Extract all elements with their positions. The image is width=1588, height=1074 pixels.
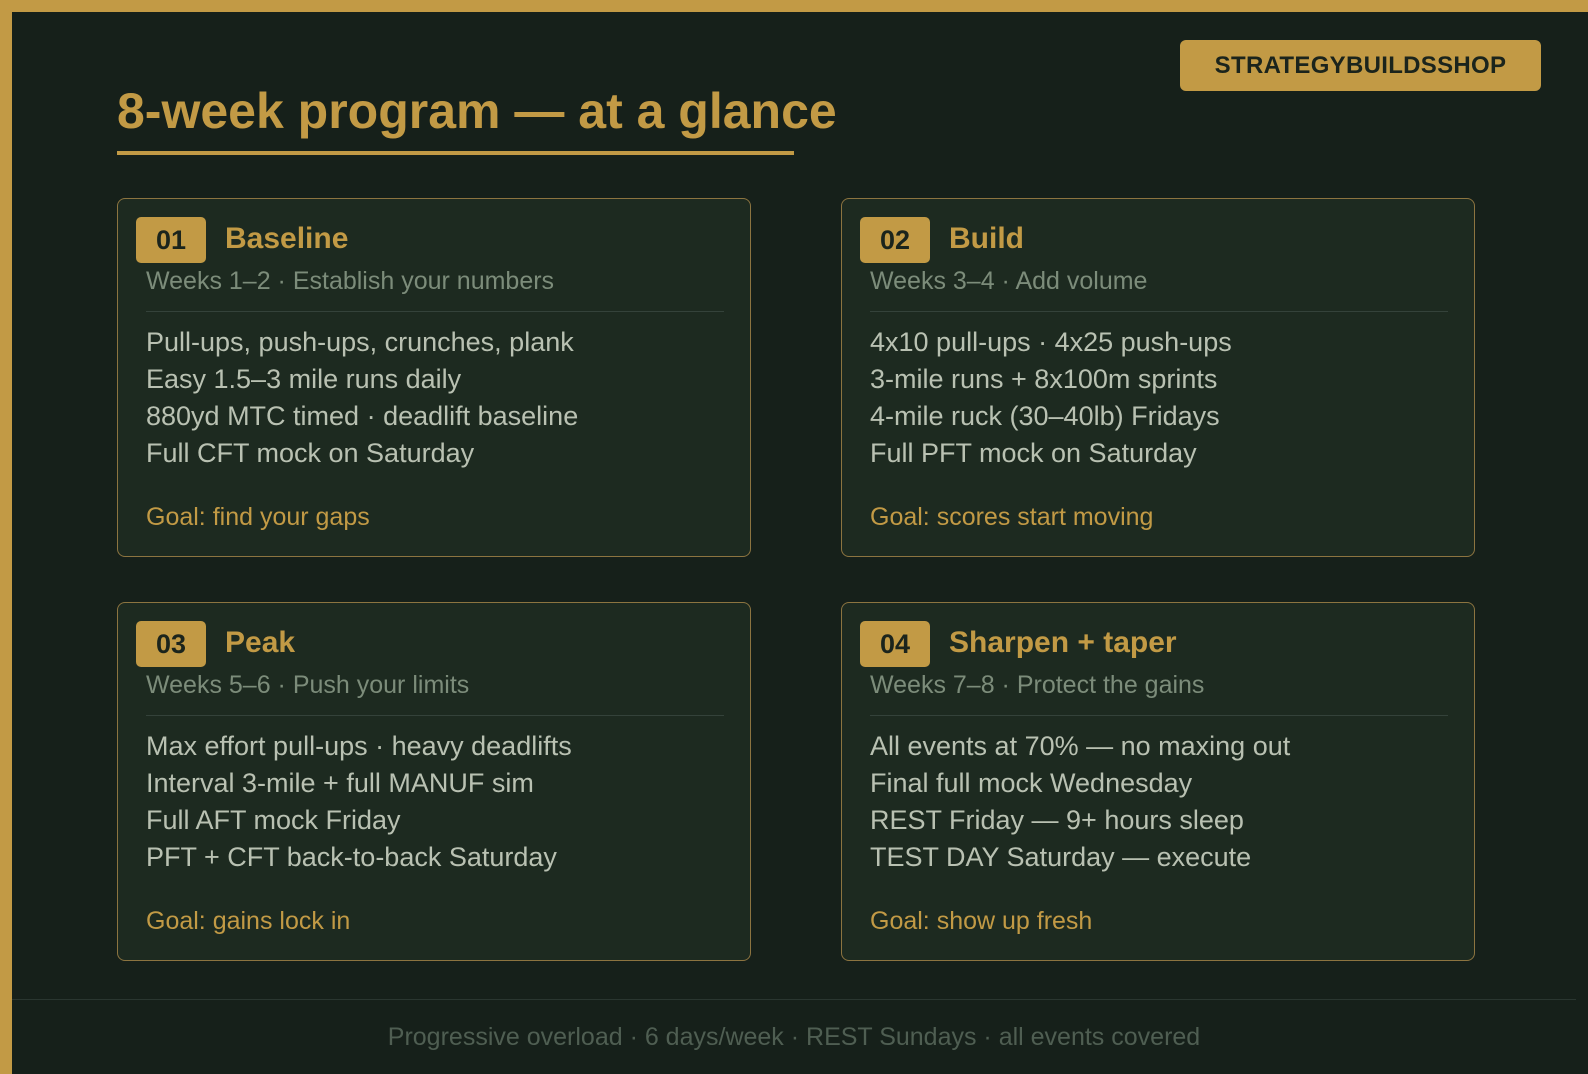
phase-item: Pull-ups, push-ups, crunches, plank bbox=[146, 327, 574, 357]
phase-subtitle: Weeks 3–4 · Add volume bbox=[870, 267, 1148, 295]
footer-divider bbox=[12, 999, 1576, 1000]
phase-title: Sharpen + taper bbox=[949, 626, 1177, 659]
phase-item-list: Pull-ups, push-ups, crunches, plank Easy… bbox=[146, 324, 578, 472]
phase-item: Easy 1.5–3 mile runs daily bbox=[146, 364, 462, 394]
phase-goal: Goal: find your gaps bbox=[146, 503, 370, 531]
phase-item: All events at 70% — no maxing out bbox=[870, 731, 1291, 761]
phase-subtitle: Weeks 1–2 · Establish your numbers bbox=[146, 267, 555, 295]
phase-card-build: 02 Build Weeks 3–4 · Add volume 4x10 pul… bbox=[841, 198, 1475, 557]
phase-item: TEST DAY Saturday — execute bbox=[870, 842, 1252, 872]
phase-title: Peak bbox=[225, 626, 296, 659]
phase-divider bbox=[870, 311, 1448, 312]
footer-tagline: Progressive overload · 6 days/week · RES… bbox=[387, 1023, 1201, 1051]
phase-card-sharpen-taper: 04 Sharpen + taper Weeks 7–8 · Protect t… bbox=[841, 602, 1475, 961]
phase-item: REST Friday — 9+ hours sleep bbox=[870, 805, 1244, 835]
phase-item: Full AFT mock Friday bbox=[146, 805, 401, 835]
page-title: 8-week program — at a glance bbox=[117, 83, 837, 139]
phase-goal: Goal: gains lock in bbox=[146, 907, 351, 935]
phase-number-badge: 02 bbox=[860, 217, 930, 263]
phase-divider bbox=[146, 715, 724, 716]
phase-number-badge: 04 bbox=[860, 621, 930, 667]
left-accent-bar bbox=[0, 0, 12, 1074]
phase-goal: Goal: show up fresh bbox=[870, 907, 1093, 935]
phase-card-peak: 03 Peak Weeks 5–6 · Push your limits Max… bbox=[117, 602, 751, 961]
phase-item: PFT + CFT back-to-back Saturday bbox=[146, 842, 557, 872]
phase-title: Build bbox=[949, 222, 1024, 255]
phase-number-badge: 03 bbox=[136, 621, 206, 667]
phase-item-list: Max effort pull-ups · heavy deadlifts In… bbox=[146, 728, 572, 876]
phase-item: Final full mock Wednesday bbox=[870, 768, 1193, 798]
phase-item: 4x10 pull-ups · 4x25 push-ups bbox=[870, 327, 1232, 357]
phase-title: Baseline bbox=[225, 222, 349, 255]
phase-item: 3-mile runs + 8x100m sprints bbox=[870, 364, 1218, 394]
title-underline bbox=[117, 151, 794, 155]
brand-badge: STRATEGYBUILDSSHOP bbox=[1180, 40, 1541, 91]
phase-item: Interval 3-mile + full MANUF sim bbox=[146, 768, 534, 798]
phase-item-list: All events at 70% — no maxing out Final … bbox=[870, 728, 1290, 876]
phase-item: Max effort pull-ups · heavy deadlifts bbox=[146, 731, 572, 761]
phase-subtitle: Weeks 7–8 · Protect the gains bbox=[870, 671, 1205, 699]
phase-divider bbox=[146, 311, 724, 312]
phase-number-badge: 01 bbox=[136, 217, 206, 263]
phase-goal: Goal: scores start moving bbox=[870, 503, 1154, 531]
top-accent-bar bbox=[0, 0, 1588, 12]
phase-card-baseline: 01 Baseline Weeks 1–2 · Establish your n… bbox=[117, 198, 751, 557]
phase-subtitle: Weeks 5–6 · Push your limits bbox=[146, 671, 470, 699]
phase-item: 880yd MTC timed · deadlift baseline bbox=[146, 401, 579, 431]
phase-item: Full CFT mock on Saturday bbox=[146, 438, 475, 468]
phase-item-list: 4x10 pull-ups · 4x25 push-ups 3-mile run… bbox=[870, 324, 1232, 472]
phase-item: 4-mile ruck (30–40lb) Fridays bbox=[870, 401, 1220, 431]
phase-divider bbox=[870, 715, 1448, 716]
phase-item: Full PFT mock on Saturday bbox=[870, 438, 1197, 468]
